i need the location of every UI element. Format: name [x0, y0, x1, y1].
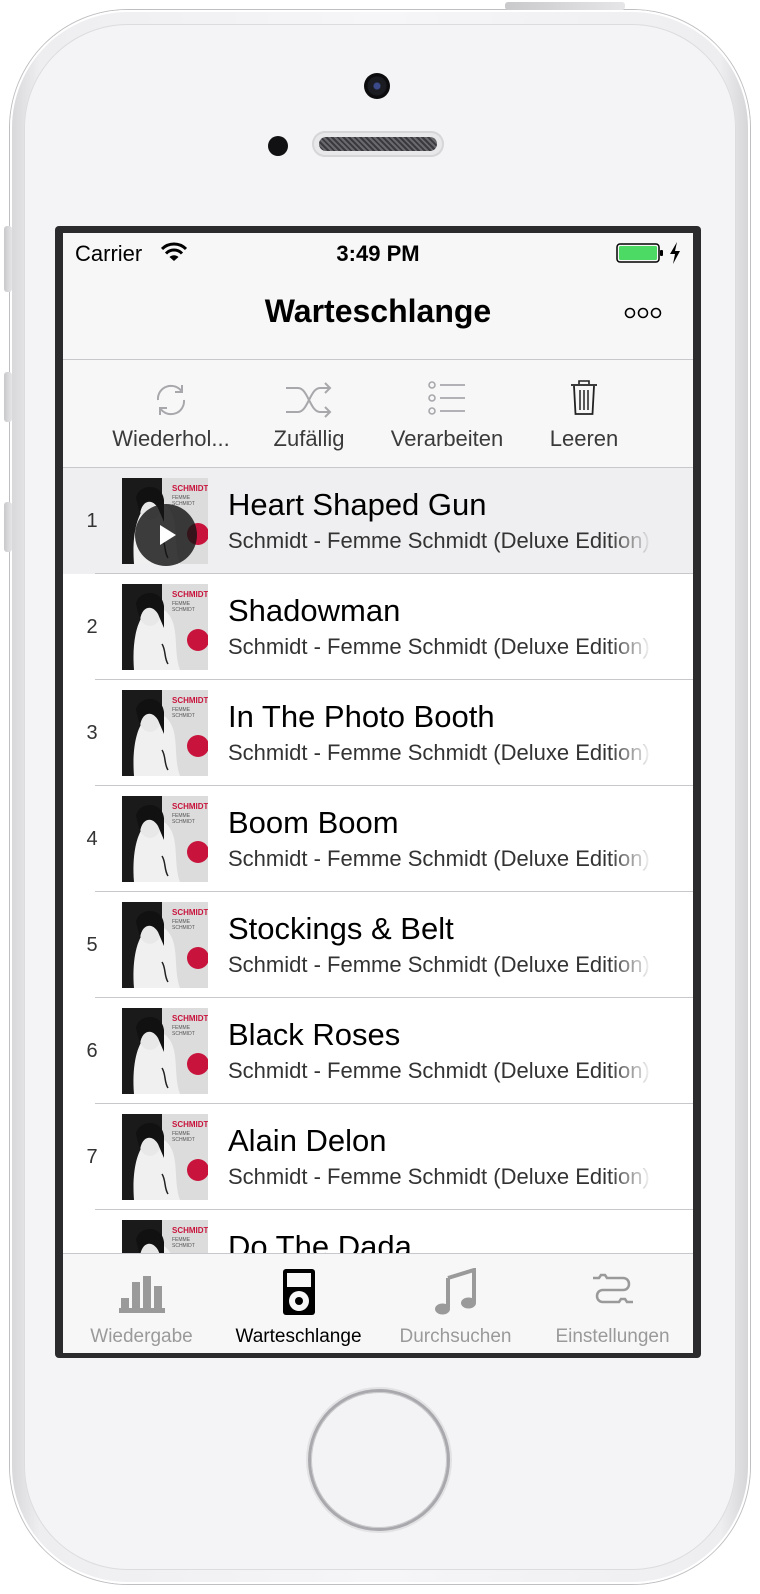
volume-up-button: [4, 372, 12, 422]
queue-row[interactable]: 4 SCHMIDT FEMME SCHMIDT Boom Boom Schmidt - …: [63, 786, 693, 892]
earpiece-speaker: [312, 131, 444, 157]
album-cover: SCHMIDT FEMME SCHMIDT: [122, 690, 208, 776]
track-title: Do The Dada: [228, 1229, 412, 1253]
track-title: Stockings & Belt: [228, 911, 454, 946]
track-subtitle: Schmidt - Femme Schmidt (Deluxe Edition): [228, 740, 650, 765]
bars-icon: [118, 1276, 165, 1313]
cover-wordmark: SCHMIDT: [172, 590, 208, 599]
tab-label: Einstellungen: [555, 1326, 670, 1347]
tab-bar: Wiedergabe Warteschlange Durchsuchen Ein…: [63, 1253, 693, 1353]
edit-label: Verarbeiten: [390, 426, 504, 451]
edit-button[interactable]: Verarbeiten: [381, 360, 513, 467]
track-title: Black Roses: [228, 1017, 401, 1052]
trash-icon: [571, 380, 597, 415]
track-title: Heart Shaped Gun: [228, 487, 487, 522]
album-cover: SCHMIDT FEMME SCHMIDT: [122, 1008, 208, 1094]
track-title: Boom Boom: [228, 805, 399, 840]
clear-button[interactable]: Leeren: [539, 360, 629, 467]
tab-label: Durchsuchen: [399, 1326, 512, 1347]
cover-subtitle: FEMME SCHMIDT: [172, 707, 195, 719]
status-bar: Carrier 3:49 PM: [63, 233, 693, 273]
play-icon[interactable]: [135, 504, 197, 566]
queue-row[interactable]: 1 SCHMIDT FEMME SCHMIDT Heart Shaped Gun Sch…: [63, 468, 693, 574]
cover-wordmark: SCHMIDT: [172, 802, 208, 811]
track-title: Shadowman: [228, 593, 401, 628]
track-subtitle: Schmidt - Femme Schmidt (Deluxe Edition): [228, 846, 650, 871]
music-note-icon: [434, 1268, 476, 1315]
track-subtitle: Schmidt - Femme Schmidt (Deluxe Edition): [228, 952, 650, 977]
screen: Carrier 3:49 PM Warteschlange Wiederhol.…: [63, 233, 693, 1353]
queue-row[interactable]: 2 SCHMIDT FEMME SCHMIDT Shadowman Schmidt - …: [63, 574, 693, 680]
cover-subtitle: FEMME SCHMIDT: [172, 1025, 195, 1037]
repeat-icon: [156, 384, 186, 416]
cover-subtitle: FEMME SCHMIDT: [172, 1237, 195, 1249]
proximity-sensor: [268, 136, 288, 156]
queue-row[interactable]: 5 SCHMIDT FEMME SCHMIDT Stockings & Belt Sch…: [63, 892, 693, 998]
more-icon[interactable]: [623, 303, 663, 323]
list-icon: [428, 381, 465, 415]
track-number: 1: [86, 510, 98, 532]
tab-label: Wiedergabe: [90, 1326, 193, 1347]
album-cover: SCHMIDT FEMME SCHMIDT: [122, 1114, 208, 1200]
track-number: 7: [86, 1146, 98, 1168]
album-cover: SCHMIDT FEMME SCHMIDT: [122, 584, 208, 670]
queue-row[interactable]: 8SCHMIDTFEMME SCHMIDTDo The DadaSchmidt …: [63, 1210, 693, 1253]
power-button: [505, 2, 625, 10]
cover-wordmark: SCHMIDT: [172, 1226, 208, 1235]
tab-label: Warteschlange: [235, 1326, 362, 1347]
cover-subtitle: FEMME SCHMIDT: [172, 919, 195, 931]
tab-wiedergabe[interactable]: Wiedergabe: [63, 1254, 220, 1353]
queue-row[interactable]: 3 SCHMIDT FEMME SCHMIDT In The Photo Booth S…: [63, 680, 693, 786]
tab-durchsuchen[interactable]: Durchsuchen: [377, 1254, 534, 1353]
cover-subtitle: FEMME SCHMIDT: [172, 813, 195, 825]
repeat-label: Wiederhol...: [112, 426, 230, 451]
cover-wordmark: SCHMIDT: [172, 484, 208, 493]
cover-wordmark: SCHMIDT: [172, 908, 208, 917]
track-number: 5: [86, 934, 98, 956]
album-cover: SCHMIDT FEMME SCHMIDT: [122, 1220, 208, 1253]
track-title: Alain Delon: [228, 1123, 387, 1158]
cables-icon: [592, 1273, 633, 1304]
track-subtitle: Schmidt - Femme Schmidt (Deluxe Edition): [228, 634, 650, 659]
queue-list: 1 SCHMIDT FEMME SCHMIDT Heart Shaped Gun Sch…: [63, 468, 693, 1253]
shuffle-icon: [286, 382, 332, 418]
track-subtitle: Schmidt - Femme Schmidt (Deluxe Edition): [228, 528, 650, 553]
album-cover: SCHMIDT FEMME SCHMIDT: [122, 902, 208, 988]
repeat-button[interactable]: Wiederhol...: [103, 360, 239, 467]
battery-icon: [616, 243, 663, 263]
queue-row[interactable]: 7 SCHMIDT FEMME SCHMIDT Alain Delon Schmidt …: [63, 1104, 693, 1210]
shuffle-label: Zufällig: [273, 426, 345, 451]
shuffle-button[interactable]: Zufällig: [261, 360, 357, 467]
charging-bolt-icon: [670, 242, 680, 264]
tab-einstellungen[interactable]: Einstellungen: [534, 1254, 691, 1353]
cover-wordmark: SCHMIDT: [172, 1014, 208, 1023]
track-number: 3: [86, 722, 98, 744]
clear-label: Leeren: [549, 426, 619, 451]
page-title: Warteschlange: [264, 293, 492, 329]
track-number: 2: [86, 616, 98, 638]
home-button[interactable]: [311, 1392, 447, 1528]
track-number: 8: [63, 1210, 121, 1253]
ringer-switch: [4, 226, 12, 292]
status-time: 3:49 PM: [336, 241, 420, 266]
track-title: In The Photo Booth: [228, 699, 495, 734]
track-subtitle: Schmidt - Femme Schmidt (Deluxe Edition): [228, 1058, 650, 1083]
navigation-bar: Warteschlange: [63, 273, 693, 360]
track-number: 4: [86, 828, 98, 850]
cover-subtitle: FEMME SCHMIDT: [172, 1131, 195, 1143]
track-number: 6: [86, 1040, 98, 1062]
cover-wordmark: SCHMIDT: [172, 1120, 208, 1129]
album-cover: SCHMIDT FEMME SCHMIDT: [122, 796, 208, 882]
cover-wordmark: SCHMIDT: [172, 696, 208, 705]
queue-row[interactable]: 6 SCHMIDT FEMME SCHMIDT Black Roses Schmidt …: [63, 998, 693, 1104]
tab-warteschlange[interactable]: Warteschlange: [220, 1254, 377, 1353]
volume-down-button: [4, 502, 12, 552]
queue-toolbar: Wiederhol... Zufällig Verarbeiten Leeren: [63, 360, 693, 468]
front-camera: [364, 73, 390, 99]
cover-subtitle: FEMME SCHMIDT: [172, 601, 195, 613]
ipod-icon: [282, 1269, 315, 1315]
track-subtitle: Schmidt - Femme Schmidt (Deluxe Edition): [228, 1164, 650, 1189]
